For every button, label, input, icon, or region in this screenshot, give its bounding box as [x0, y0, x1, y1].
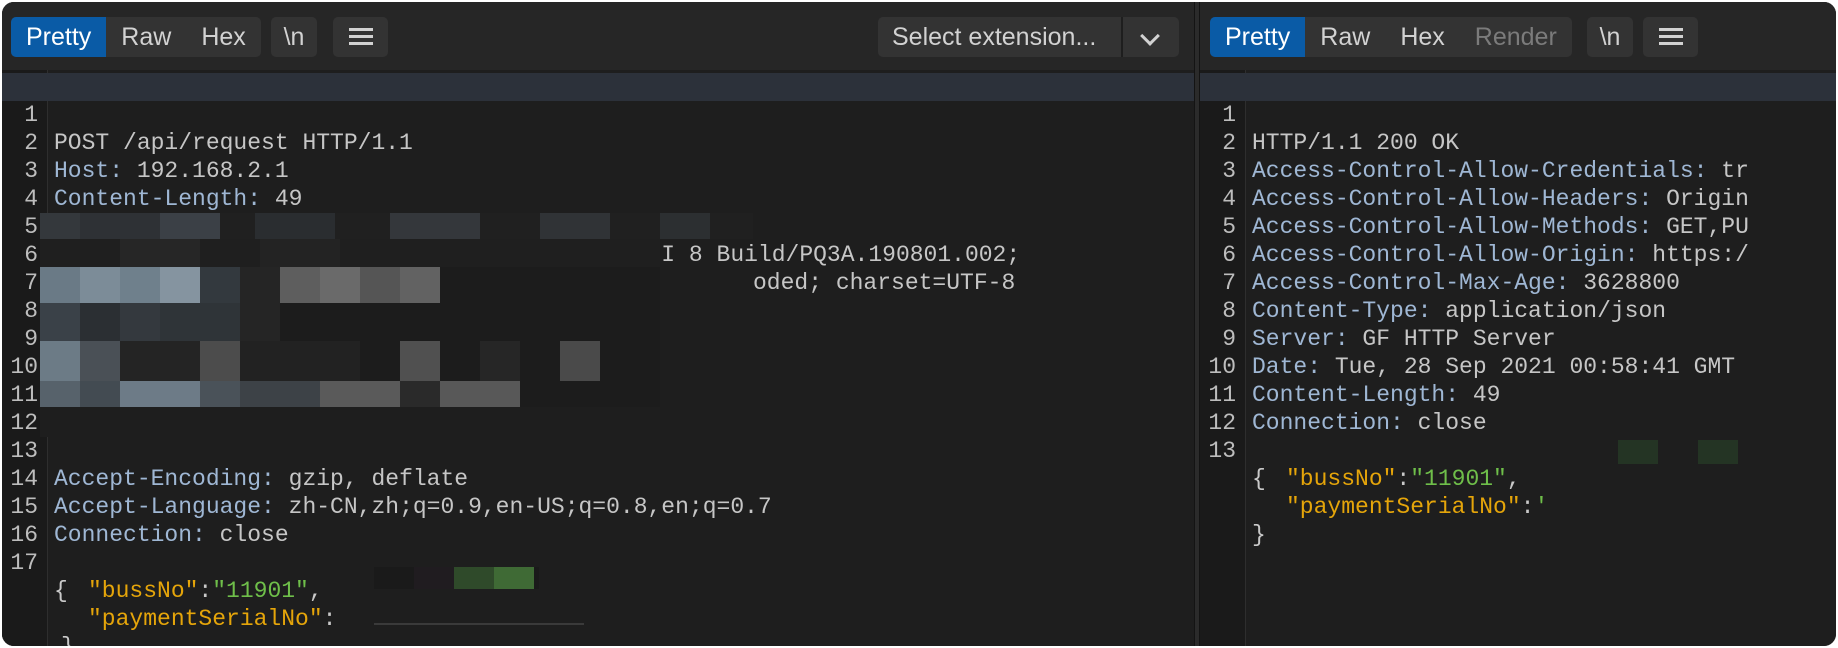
response-tab-hex[interactable]: Hex	[1385, 17, 1459, 57]
response-line: 2 Access-Control-Allow-Credentials: tr	[1222, 130, 1749, 184]
request-menu-button[interactable]	[333, 17, 388, 57]
response-tab-pretty[interactable]: Pretty	[1210, 17, 1306, 57]
response-line: 4 Access-Control-Allow-Methods: GET,PU	[1222, 186, 1749, 240]
redacted-region	[40, 213, 753, 239]
response-line: 11 Connection: close	[1208, 382, 1487, 436]
response-line: 10 Content-Length: 49	[1208, 354, 1501, 408]
response-menu-button[interactable]	[1643, 17, 1698, 57]
redacted-region	[40, 239, 660, 437]
response-json-line: "paymentSerialNo":'	[1286, 494, 1549, 520]
response-line: 3 Access-Control-Allow-Headers: Origin	[1222, 158, 1749, 212]
response-line: 6 Access-Control-Max-Age: 3628800	[1222, 242, 1680, 296]
request-line: 14 Accept-Language: zh-CN,zh;q=0.9,en-US…	[10, 466, 772, 520]
request-json-line: "bussNo":"11901",	[88, 578, 323, 604]
request-json-line: }	[2, 605, 1194, 646]
extension-select-value: Select extension...	[892, 23, 1097, 51]
response-line: 12	[1208, 410, 1236, 436]
request-line: 3 Content-Length: 49	[24, 158, 303, 212]
response-line: 13 {	[1208, 438, 1266, 492]
response-line: 1 HTTP/1.1 200 OK	[1200, 73, 1836, 156]
response-view-tabs: Pretty Raw Hex Render	[1210, 17, 1572, 57]
redacted-value	[374, 567, 539, 589]
request-line: 2 Host: 192.168.2.1	[24, 130, 289, 184]
response-line: 7 Content-Type: application/json	[1222, 270, 1667, 324]
response-tab-raw[interactable]: Raw	[1305, 17, 1385, 57]
response-editor[interactable]: 1 HTTP/1.1 200 OK 2 Access-Control-Allow…	[1200, 70, 1836, 646]
request-line: 16	[10, 522, 38, 548]
request-line: 4 Accept: */*	[24, 186, 206, 240]
response-newline-toggle[interactable]: \n	[1587, 17, 1633, 57]
extension-select[interactable]: Select extension...	[878, 17, 1179, 57]
request-tab-raw[interactable]: Raw	[106, 17, 186, 57]
hamburger-menu-icon	[1658, 28, 1683, 46]
request-line: 17 {	[10, 550, 68, 604]
response-line: 5 Access-Control-Allow-Origin: https:/	[1222, 214, 1749, 268]
request-tab-hex[interactable]: Hex	[186, 17, 260, 57]
response-tab-render[interactable]: Render	[1460, 17, 1572, 57]
request-toolbar: Pretty Raw Hex \n Select extension...	[2, 2, 1194, 70]
hamburger-menu-icon	[348, 28, 373, 46]
request-panel: Pretty Raw Hex \n Select extension... 1 …	[2, 2, 1194, 646]
response-panel: Pretty Raw Hex Render \n 1 HTTP/1.1 200 …	[1200, 2, 1836, 646]
request-newline-toggle[interactable]: \n	[271, 17, 317, 57]
request-view-tabs: Pretty Raw Hex	[11, 17, 261, 57]
http-message-viewer: Pretty Raw Hex \n Select extension... 1 …	[2, 2, 1836, 646]
redacted-underline	[374, 623, 584, 625]
request-editor[interactable]: 1 POST /api/request HTTP/1.1 2 Host: 192…	[2, 70, 1194, 646]
request-line: 15 Connection: close	[10, 494, 289, 548]
response-toolbar: Pretty Raw Hex Render \n	[1200, 2, 1836, 70]
request-json-line: "paymentSerialNo":	[88, 606, 337, 632]
redacted-value	[1618, 440, 1738, 464]
request-tab-pretty[interactable]: Pretty	[11, 17, 107, 57]
response-json-line: }	[1252, 522, 1266, 548]
response-line: 9 Date: Tue, 28 Sep 2021 00:58:41 GMT	[1222, 326, 1736, 380]
response-json-line: "bussNo":"11901",	[1286, 466, 1521, 492]
response-line: 8 Server: GF HTTP Server	[1222, 298, 1556, 352]
request-line: 5 User-Agent: Mozilla/5.0 (Linux; Androi…	[24, 214, 1021, 268]
chevron-down-icon	[1140, 26, 1160, 46]
request-line: 1 POST /api/request HTTP/1.1	[2, 73, 1194, 156]
